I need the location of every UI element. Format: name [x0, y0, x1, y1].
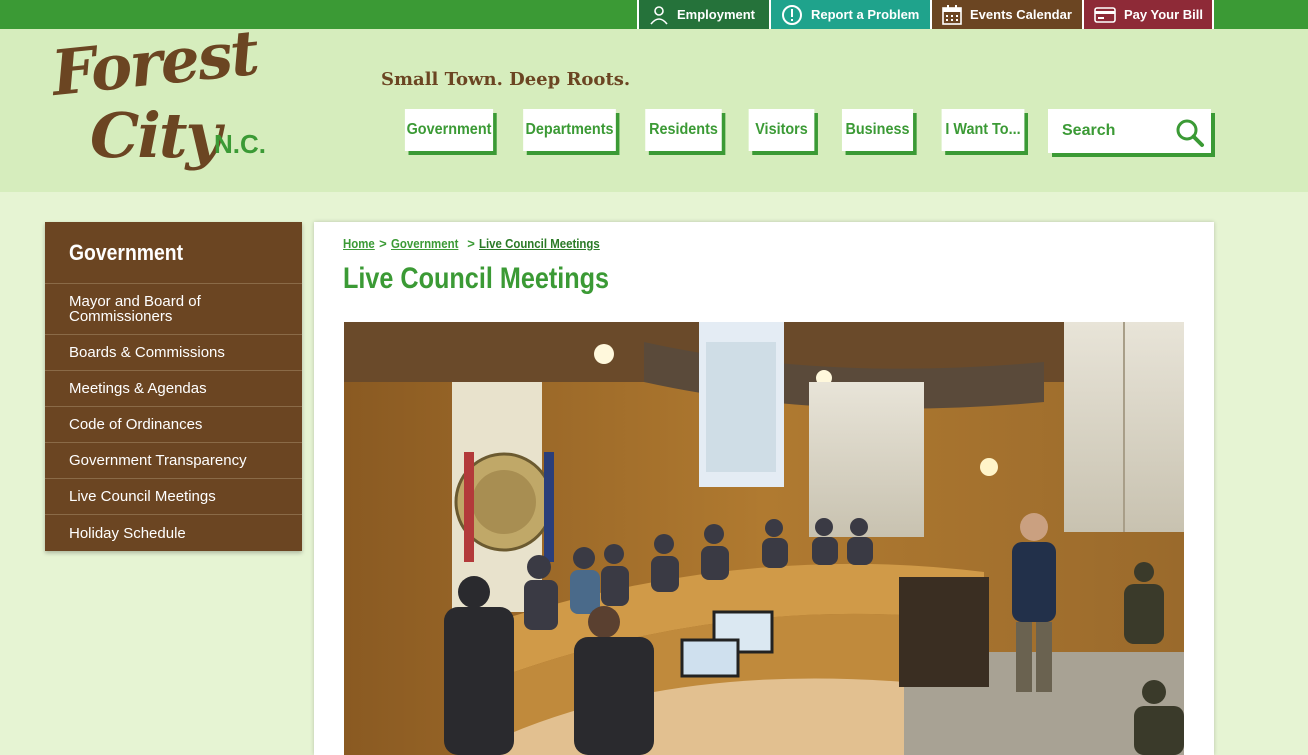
sidebar-item-code-of-ordinances[interactable]: Code of Ordinances [45, 407, 302, 443]
events-calendar-label: Events Calendar [970, 7, 1072, 22]
sidebar-title-text: Government [69, 239, 184, 265]
sidebar-title[interactable]: Government [45, 222, 302, 284]
sidebar-item-holiday-schedule[interactable]: Holiday Schedule [45, 515, 302, 551]
report-problem-label: Report a Problem [811, 7, 920, 22]
logo-nc-text: N.C. [214, 129, 266, 159]
page-title: Live Council Meetings [343, 262, 610, 295]
sidebar-nav: Government Mayor and Board of Commission… [45, 222, 302, 551]
credit-card-icon [1094, 6, 1116, 23]
logo-forest-text: Forest [48, 15, 261, 111]
pay-bill-link[interactable]: Pay Your Bill [1082, 0, 1214, 29]
nav-business[interactable]: Business [841, 109, 914, 151]
events-calendar-link[interactable]: Events Calendar [930, 0, 1082, 29]
calendar-icon [942, 4, 962, 25]
search-icon[interactable] [1175, 118, 1205, 148]
breadcrumb-current[interactable]: Live Council Meetings [479, 236, 600, 251]
sidebar-item-boards-commissions[interactable]: Boards & Commissions [45, 335, 302, 371]
employment-link[interactable]: Employment [637, 0, 769, 29]
council-meeting-illustration [344, 322, 1184, 755]
breadcrumb-separator: > [379, 236, 387, 251]
sidebar-item-live-council-meetings[interactable]: Live Council Meetings [45, 479, 302, 515]
person-icon [650, 5, 668, 25]
sidebar-item-mayor-board[interactable]: Mayor and Board of Commissioners [45, 284, 302, 335]
employment-label: Employment [677, 7, 756, 22]
nav-government[interactable]: Government [404, 109, 494, 151]
search-box [1048, 109, 1211, 153]
report-problem-link[interactable]: Report a Problem [769, 0, 930, 29]
nav-residents[interactable]: Residents [645, 109, 722, 151]
breadcrumb-government[interactable]: Government [391, 236, 458, 251]
site-tagline: Small Town. Deep Roots. [381, 69, 631, 90]
breadcrumb: Home > Government > Live Council Meeting… [343, 236, 616, 251]
nav-departments[interactable]: Departments [523, 109, 616, 151]
sidebar-item-meetings-agendas[interactable]: Meetings & Agendas [45, 371, 302, 407]
alert-icon [782, 4, 802, 25]
forest-city-logo[interactable]: Forest City N.C. [48, 16, 282, 182]
council-meeting-photo [344, 322, 1184, 755]
nav-i-want-to[interactable]: I Want To... [941, 109, 1025, 151]
breadcrumb-separator: > [467, 236, 475, 251]
main-content: Home > Government > Live Council Meeting… [314, 222, 1214, 755]
site-header: Forest City N.C. Small Town. Deep Roots.… [0, 16, 1308, 192]
sidebar-item-government-transparency[interactable]: Government Transparency [45, 443, 302, 479]
pay-bill-label: Pay Your Bill [1124, 7, 1203, 22]
logo-city-text: City [90, 99, 222, 172]
breadcrumb-home[interactable]: Home [343, 236, 375, 251]
search-input[interactable] [1048, 111, 1168, 151]
nav-visitors[interactable]: Visitors [748, 109, 815, 151]
